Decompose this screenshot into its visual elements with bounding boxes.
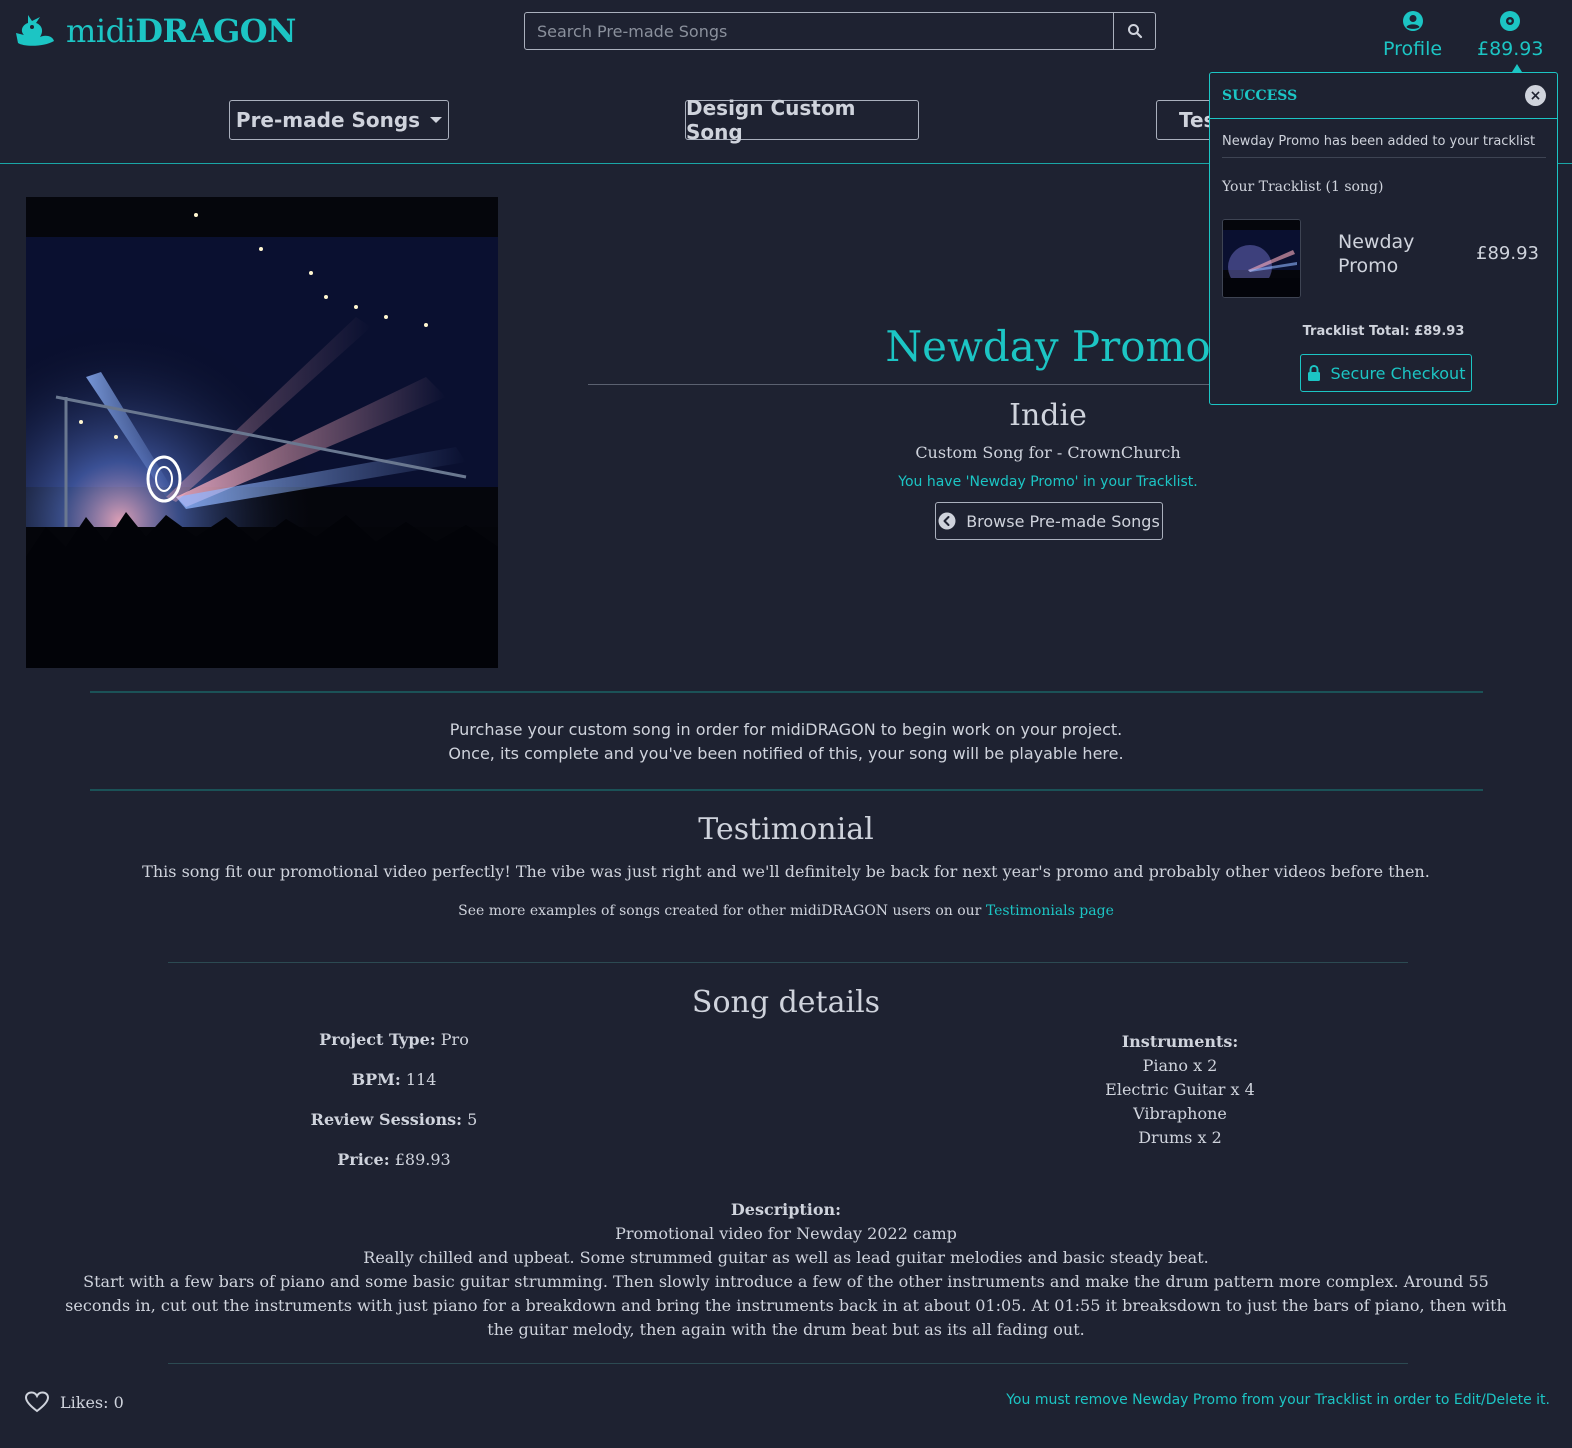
review-sessions-value: 5 xyxy=(467,1110,478,1129)
premade-songs-label: Pre-made Songs xyxy=(235,108,421,132)
search-input[interactable] xyxy=(524,12,1114,50)
description-line: Start with a few bars of piano and some … xyxy=(65,1272,1507,1339)
design-custom-song-button[interactable]: Design Custom Song xyxy=(685,96,919,144)
profile-label: Profile xyxy=(1383,38,1443,60)
tracklist-item-name[interactable]: Newday Promo xyxy=(1338,230,1448,278)
popover-arrow xyxy=(1512,64,1522,72)
divider xyxy=(168,962,1408,963)
likes-count: Likes: 0 xyxy=(60,1392,124,1412)
divider xyxy=(90,789,1483,791)
description-line: Promotional video for Newday 2022 camp xyxy=(615,1224,957,1243)
testimonials-page-link[interactable]: Testimonials page xyxy=(986,903,1114,919)
in-tracklist-notice: You have 'Newday Promo' in your Tracklis… xyxy=(898,474,1198,490)
remove-from-tracklist-note: You must remove Newday Promo from your T… xyxy=(1006,1392,1550,1408)
popover-divider xyxy=(1222,157,1546,158)
description-label: Description: xyxy=(730,1200,842,1219)
description: Description: Promotional video for Newda… xyxy=(50,1198,1522,1342)
purchase-line-1: Purchase your custom song in order for m… xyxy=(449,720,1123,739)
song-cover-image xyxy=(26,197,498,668)
brand-logo[interactable]: midiDRAGON xyxy=(14,12,296,50)
bpm-label: BPM: xyxy=(351,1070,401,1089)
likes: Likes: 0 xyxy=(24,1390,124,1414)
bpm: BPM: 114 xyxy=(194,1070,594,1089)
tracklist-item-thumbnail xyxy=(1222,219,1301,298)
instrument-item: Electric Guitar x 4 xyxy=(1105,1080,1255,1099)
tracklist-item-price: £89.93 xyxy=(1476,243,1539,264)
instruments-list: Instruments: Piano x 2 Electric Guitar x… xyxy=(980,1030,1380,1150)
close-icon[interactable]: × xyxy=(1525,85,1546,106)
popover-message: Newday Promo has been added to your trac… xyxy=(1222,134,1536,149)
testimonial-text: This song fit our promotional video perf… xyxy=(142,862,1430,881)
brand-name: midiDRAGON xyxy=(66,12,296,50)
caret-down-icon xyxy=(430,117,443,123)
price: Price: £89.93 xyxy=(194,1150,594,1169)
review-sessions: Review Sessions: 5 xyxy=(194,1110,594,1129)
instrument-item: Drums x 2 xyxy=(1138,1128,1222,1147)
search-button[interactable] xyxy=(1114,12,1156,50)
tracklist-total: Tracklist Total: £89.93 xyxy=(1302,324,1465,339)
song-details-heading: Song details xyxy=(691,985,881,1020)
secure-checkout-button[interactable]: Secure Checkout xyxy=(1300,354,1472,392)
testimonial-heading: Testimonial xyxy=(698,812,874,847)
tracklist-success-popover: SUCCESS × Newday Promo has been added to… xyxy=(1209,72,1558,405)
project-type-label: Project Type: xyxy=(319,1030,436,1049)
price-value: £89.93 xyxy=(394,1150,451,1169)
browse-premade-songs-button[interactable]: Browse Pre-made Songs xyxy=(935,502,1163,540)
user-circle-icon xyxy=(1402,11,1423,31)
profile-link[interactable]: Profile xyxy=(1383,10,1442,60)
project-type: Project Type: Pro xyxy=(194,1030,594,1049)
disc-icon xyxy=(1500,11,1521,31)
heart-icon[interactable] xyxy=(24,1390,50,1414)
divider xyxy=(168,1363,1408,1364)
lock-icon xyxy=(1307,365,1320,381)
purchase-line-2: Once, its complete and you've been notif… xyxy=(448,744,1124,763)
project-type-value: Pro xyxy=(440,1030,469,1049)
purchase-notice: Purchase your custom song in order for m… xyxy=(0,718,1572,766)
design-custom-song-label: Design Custom Song xyxy=(686,96,856,144)
price-label: Price: xyxy=(337,1150,390,1169)
instrument-item: Piano x 2 xyxy=(1142,1056,1218,1075)
search-bar xyxy=(524,12,1156,50)
see-more-text: See more examples of songs created for o… xyxy=(458,903,986,919)
see-more-examples: See more examples of songs created for o… xyxy=(0,903,1572,919)
custom-song-for: Custom Song for - CrownChurch xyxy=(915,443,1181,462)
review-sessions-label: Review Sessions: xyxy=(310,1110,463,1129)
dragon-logo-icon xyxy=(16,15,54,46)
arrow-left-circle-icon xyxy=(938,512,956,530)
bpm-value: 114 xyxy=(405,1070,437,1089)
browse-premade-songs-label: Browse Pre-made Songs xyxy=(966,511,1160,531)
tracklist-count: Your Tracklist (1 song) xyxy=(1222,179,1384,195)
divider xyxy=(90,691,1483,693)
premade-songs-dropdown[interactable]: Pre-made Songs xyxy=(229,100,449,140)
instrument-item: Vibraphone xyxy=(1133,1104,1227,1123)
description-line: Really chilled and upbeat. Some strummed… xyxy=(363,1248,1209,1267)
cart-total: £89.93 xyxy=(1477,38,1544,60)
popover-title: SUCCESS xyxy=(1222,88,1298,104)
instruments-label: Instruments: xyxy=(1121,1032,1239,1051)
cart-link[interactable]: £89.93 xyxy=(1477,10,1543,60)
secure-checkout-label: Secure Checkout xyxy=(1330,363,1466,383)
popover-header: SUCCESS × xyxy=(1210,73,1557,119)
search-icon xyxy=(1127,24,1142,39)
